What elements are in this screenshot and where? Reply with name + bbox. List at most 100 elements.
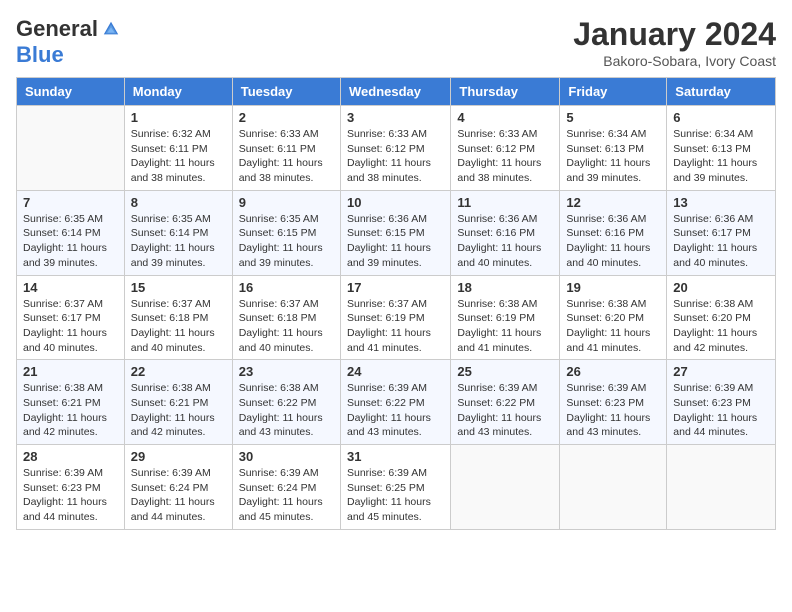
column-header-wednesday: Wednesday xyxy=(340,78,450,106)
day-number: 21 xyxy=(23,364,118,379)
week-row-3: 14 Sunrise: 6:37 AM Sunset: 6:17 PM Dayli… xyxy=(17,275,776,360)
calendar-cell xyxy=(451,445,560,530)
day-info: Sunrise: 6:38 AM Sunset: 6:21 PM Dayligh… xyxy=(23,381,118,440)
calendar-cell: 23 Sunrise: 6:38 AM Sunset: 6:22 PM Dayli… xyxy=(232,360,340,445)
day-info: Sunrise: 6:38 AM Sunset: 6:20 PM Dayligh… xyxy=(566,297,660,356)
day-number: 18 xyxy=(457,280,553,295)
calendar-cell: 20Sunrise: 6:38 AM Sunset: 6:20 PM Dayli… xyxy=(667,275,776,360)
calendar-cell: 21 Sunrise: 6:38 AM Sunset: 6:21 PM Dayli… xyxy=(17,360,125,445)
day-info: Sunrise: 6:39 AM Sunset: 6:23 PM Dayligh… xyxy=(673,381,769,440)
logo-blue-text: Blue xyxy=(16,42,64,68)
day-number: 31 xyxy=(347,449,444,464)
calendar-cell: 9Sunrise: 6:35 AM Sunset: 6:15 PM Daylig… xyxy=(232,190,340,275)
day-number: 17 xyxy=(347,280,444,295)
day-info: Sunrise: 6:34 AM Sunset: 6:13 PM Dayligh… xyxy=(673,127,769,186)
logo-general-text: General xyxy=(16,16,98,42)
day-info: Sunrise: 6:39 AM Sunset: 6:22 PM Dayligh… xyxy=(457,381,553,440)
calendar-cell: 7Sunrise: 6:35 AM Sunset: 6:14 PM Daylig… xyxy=(17,190,125,275)
day-number: 12 xyxy=(566,195,660,210)
day-info: Sunrise: 6:38 AM Sunset: 6:20 PM Dayligh… xyxy=(673,297,769,356)
calendar-cell: 18 Sunrise: 6:38 AM Sunset: 6:19 PM Dayli… xyxy=(451,275,560,360)
column-header-saturday: Saturday xyxy=(667,78,776,106)
calendar-cell: 30 Sunrise: 6:39 AM Sunset: 6:24 PM Dayli… xyxy=(232,445,340,530)
location-subtitle: Bakoro-Sobara, Ivory Coast xyxy=(573,53,776,69)
day-number: 1 xyxy=(131,110,226,125)
calendar-cell: 5 Sunrise: 6:34 AM Sunset: 6:13 PM Daylig… xyxy=(560,106,667,191)
day-info: Sunrise: 6:33 AM Sunset: 6:12 PM Dayligh… xyxy=(347,127,444,186)
calendar-cell: 28 Sunrise: 6:39 AM Sunset: 6:23 PM Dayli… xyxy=(17,445,125,530)
day-number: 28 xyxy=(23,449,118,464)
day-number: 29 xyxy=(131,449,226,464)
column-header-sunday: Sunday xyxy=(17,78,125,106)
day-info: Sunrise: 6:37 AM Sunset: 6:18 PM Dayligh… xyxy=(239,297,334,356)
day-info: Sunrise: 6:34 AM Sunset: 6:13 PM Dayligh… xyxy=(566,127,660,186)
day-number: 4 xyxy=(457,110,553,125)
day-info: Sunrise: 6:39 AM Sunset: 6:23 PM Dayligh… xyxy=(566,381,660,440)
day-number: 25 xyxy=(457,364,553,379)
day-info: Sunrise: 6:36 AM Sunset: 6:16 PM Dayligh… xyxy=(457,212,553,271)
day-info: Sunrise: 6:37 AM Sunset: 6:17 PM Dayligh… xyxy=(23,297,118,356)
calendar-cell: 3Sunrise: 6:33 AM Sunset: 6:12 PM Daylig… xyxy=(340,106,450,191)
calendar-cell: 2 Sunrise: 6:33 AM Sunset: 6:11 PM Daylig… xyxy=(232,106,340,191)
calendar-cell: 1 Sunrise: 6:32 AM Sunset: 6:11 PM Daylig… xyxy=(124,106,232,191)
day-number: 14 xyxy=(23,280,118,295)
day-number: 22 xyxy=(131,364,226,379)
week-row-1: 1 Sunrise: 6:32 AM Sunset: 6:11 PM Daylig… xyxy=(17,106,776,191)
calendar-cell: 13Sunrise: 6:36 AM Sunset: 6:17 PM Dayli… xyxy=(667,190,776,275)
day-number: 23 xyxy=(239,364,334,379)
month-title: January 2024 xyxy=(573,16,776,53)
day-info: Sunrise: 6:35 AM Sunset: 6:14 PM Dayligh… xyxy=(131,212,226,271)
calendar-cell: 14 Sunrise: 6:37 AM Sunset: 6:17 PM Dayli… xyxy=(17,275,125,360)
logo: General Blue xyxy=(16,16,120,68)
day-info: Sunrise: 6:38 AM Sunset: 6:19 PM Dayligh… xyxy=(457,297,553,356)
calendar-cell xyxy=(667,445,776,530)
day-number: 9 xyxy=(239,195,334,210)
week-row-5: 28 Sunrise: 6:39 AM Sunset: 6:23 PM Dayli… xyxy=(17,445,776,530)
calendar-cell: 26 Sunrise: 6:39 AM Sunset: 6:23 PM Dayli… xyxy=(560,360,667,445)
day-number: 26 xyxy=(566,364,660,379)
logo-icon xyxy=(102,20,120,38)
day-info: Sunrise: 6:33 AM Sunset: 6:12 PM Dayligh… xyxy=(457,127,553,186)
day-info: Sunrise: 6:39 AM Sunset: 6:24 PM Dayligh… xyxy=(239,466,334,525)
day-info: Sunrise: 6:39 AM Sunset: 6:23 PM Dayligh… xyxy=(23,466,118,525)
day-number: 6 xyxy=(673,110,769,125)
day-info: Sunrise: 6:39 AM Sunset: 6:22 PM Dayligh… xyxy=(347,381,444,440)
day-number: 5 xyxy=(566,110,660,125)
calendar-cell: 8Sunrise: 6:35 AM Sunset: 6:14 PM Daylig… xyxy=(124,190,232,275)
day-info: Sunrise: 6:37 AM Sunset: 6:18 PM Dayligh… xyxy=(131,297,226,356)
calendar-cell: 29Sunrise: 6:39 AM Sunset: 6:24 PM Dayli… xyxy=(124,445,232,530)
calendar-cell xyxy=(560,445,667,530)
day-info: Sunrise: 6:39 AM Sunset: 6:25 PM Dayligh… xyxy=(347,466,444,525)
day-number: 11 xyxy=(457,195,553,210)
calendar-cell: 16Sunrise: 6:37 AM Sunset: 6:18 PM Dayli… xyxy=(232,275,340,360)
day-info: Sunrise: 6:32 AM Sunset: 6:11 PM Dayligh… xyxy=(131,127,226,186)
calendar-cell: 22 Sunrise: 6:38 AM Sunset: 6:21 PM Dayli… xyxy=(124,360,232,445)
calendar-cell: 11 Sunrise: 6:36 AM Sunset: 6:16 PM Dayli… xyxy=(451,190,560,275)
calendar-cell: 4 Sunrise: 6:33 AM Sunset: 6:12 PM Daylig… xyxy=(451,106,560,191)
calendar-cell: 24 Sunrise: 6:39 AM Sunset: 6:22 PM Dayli… xyxy=(340,360,450,445)
day-info: Sunrise: 6:35 AM Sunset: 6:14 PM Dayligh… xyxy=(23,212,118,271)
calendar-cell: 25 Sunrise: 6:39 AM Sunset: 6:22 PM Dayli… xyxy=(451,360,560,445)
day-info: Sunrise: 6:38 AM Sunset: 6:21 PM Dayligh… xyxy=(131,381,226,440)
calendar-cell: 15Sunrise: 6:37 AM Sunset: 6:18 PM Dayli… xyxy=(124,275,232,360)
calendar-cell: 10 Sunrise: 6:36 AM Sunset: 6:15 PM Dayli… xyxy=(340,190,450,275)
day-number: 10 xyxy=(347,195,444,210)
day-info: Sunrise: 6:38 AM Sunset: 6:22 PM Dayligh… xyxy=(239,381,334,440)
day-number: 24 xyxy=(347,364,444,379)
day-header-row: SundayMondayTuesdayWednesdayThursdayFrid… xyxy=(17,78,776,106)
week-row-2: 7Sunrise: 6:35 AM Sunset: 6:14 PM Daylig… xyxy=(17,190,776,275)
day-info: Sunrise: 6:33 AM Sunset: 6:11 PM Dayligh… xyxy=(239,127,334,186)
column-header-thursday: Thursday xyxy=(451,78,560,106)
day-info: Sunrise: 6:36 AM Sunset: 6:16 PM Dayligh… xyxy=(566,212,660,271)
day-info: Sunrise: 6:36 AM Sunset: 6:15 PM Dayligh… xyxy=(347,212,444,271)
day-number: 2 xyxy=(239,110,334,125)
calendar-cell: 17Sunrise: 6:37 AM Sunset: 6:19 PM Dayli… xyxy=(340,275,450,360)
calendar-cell: 12 Sunrise: 6:36 AM Sunset: 6:16 PM Dayli… xyxy=(560,190,667,275)
week-row-4: 21 Sunrise: 6:38 AM Sunset: 6:21 PM Dayli… xyxy=(17,360,776,445)
day-number: 30 xyxy=(239,449,334,464)
day-info: Sunrise: 6:36 AM Sunset: 6:17 PM Dayligh… xyxy=(673,212,769,271)
column-header-monday: Monday xyxy=(124,78,232,106)
calendar-table: SundayMondayTuesdayWednesdayThursdayFrid… xyxy=(16,77,776,530)
calendar-cell: 19Sunrise: 6:38 AM Sunset: 6:20 PM Dayli… xyxy=(560,275,667,360)
day-number: 27 xyxy=(673,364,769,379)
